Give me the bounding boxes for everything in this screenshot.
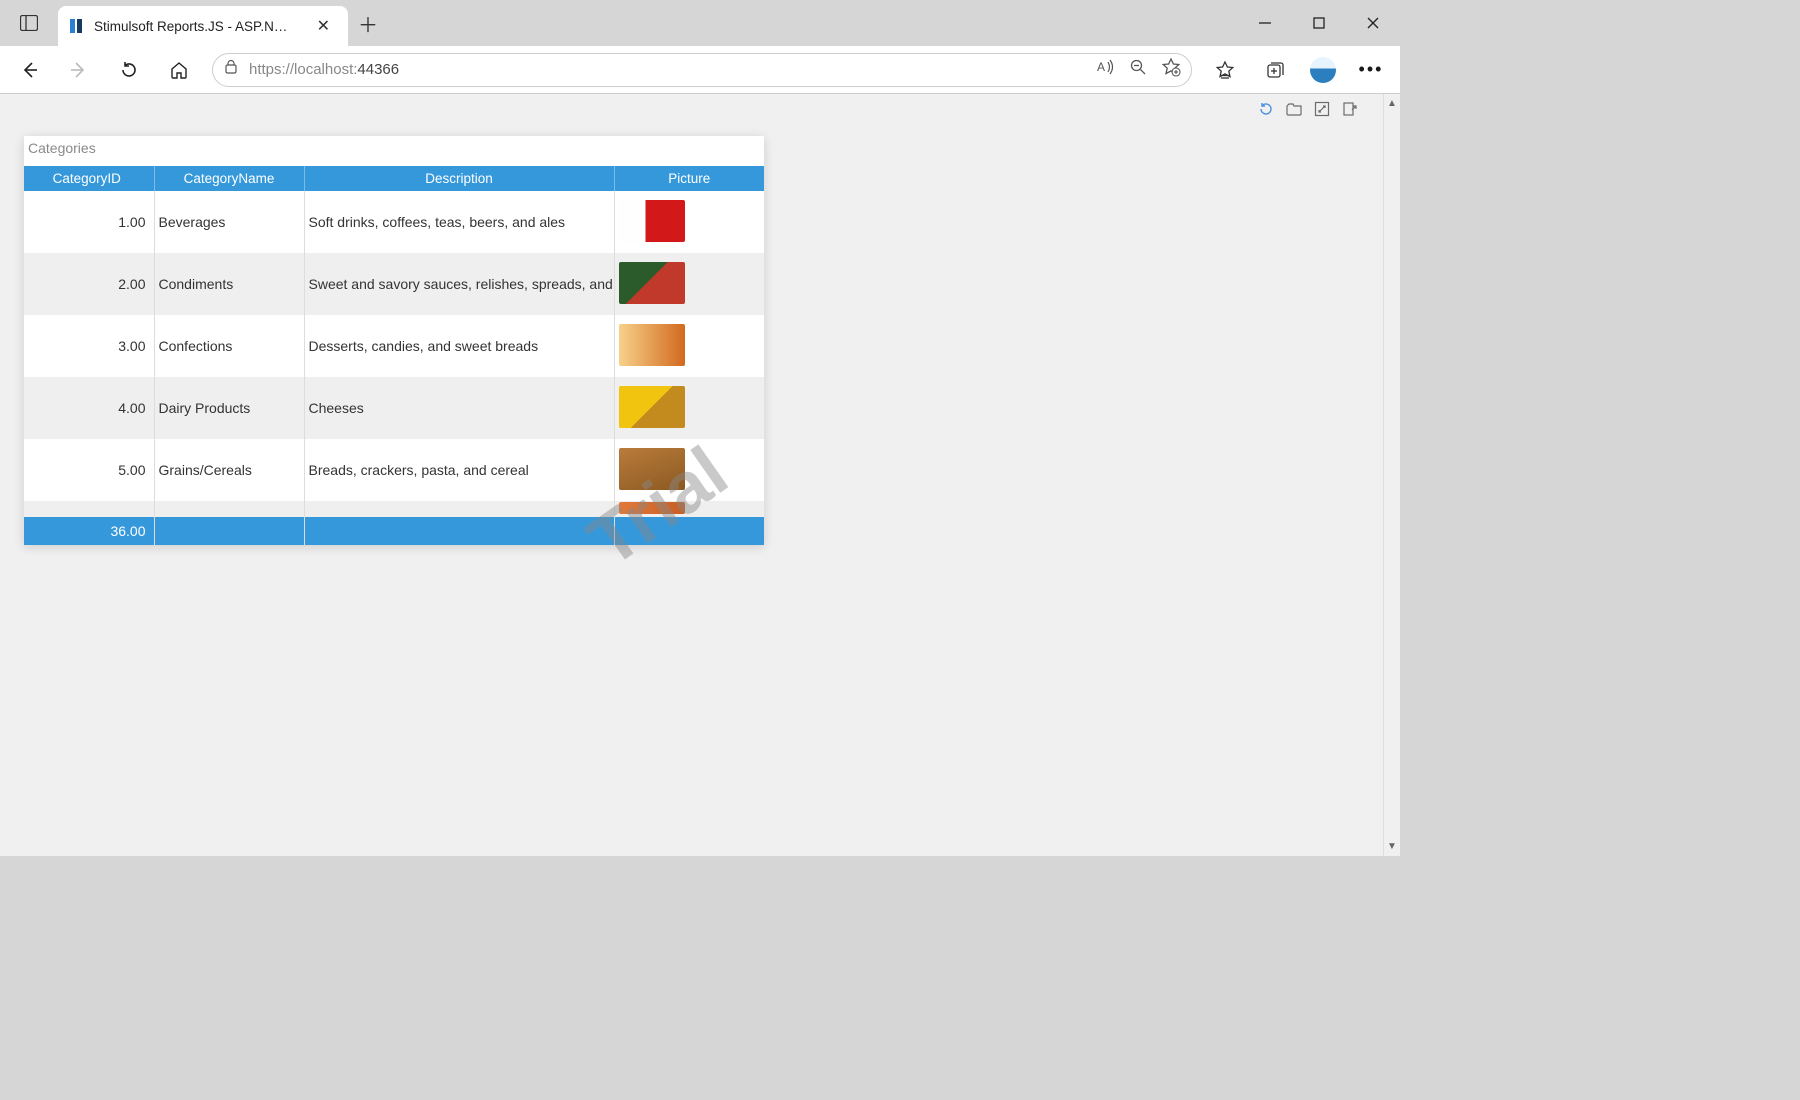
- thumbnail: [619, 502, 685, 514]
- tab-actions-icon[interactable]: [0, 0, 58, 46]
- maximize-button[interactable]: [1292, 0, 1346, 46]
- zoom-icon[interactable]: [1129, 58, 1147, 81]
- cell-description: Breads, crackers, pasta, and cereal: [304, 439, 614, 501]
- dev-refresh-icon[interactable]: [1257, 100, 1275, 118]
- browser-toolbar: https://localhost:44366 A •••: [0, 46, 1400, 94]
- th-category-name: CategoryName: [154, 166, 304, 191]
- cell-picture: [614, 377, 764, 439]
- cell-description: Desserts, candies, and sweet breads: [304, 315, 614, 377]
- minimize-button[interactable]: [1238, 0, 1292, 46]
- table-row: 5.00Grains/CerealsBreads, crackers, past…: [24, 439, 764, 501]
- thumbnail: [619, 200, 685, 242]
- table-row: 1.00BeveragesSoft drinks, coffees, teas,…: [24, 191, 764, 253]
- scroll-up-icon[interactable]: ▲: [1385, 96, 1400, 111]
- cell-name: Grains/Cereals: [154, 439, 304, 501]
- thumbnail: [619, 448, 685, 490]
- profile-avatar[interactable]: [1310, 57, 1336, 83]
- cell-id: 1.00: [24, 191, 154, 253]
- titlebar: Stimulsoft Reports.JS - ASP.NET D ✕ ＋: [0, 0, 1400, 46]
- window-controls: [1238, 0, 1400, 46]
- browser-viewport: Categories CategoryID CategoryName Descr…: [0, 94, 1400, 856]
- vertical-scrollbar[interactable]: ▲ ▼: [1383, 94, 1400, 856]
- browser-tab[interactable]: Stimulsoft Reports.JS - ASP.NET D ✕: [58, 6, 348, 46]
- scroll-down-icon[interactable]: ▼: [1385, 839, 1400, 854]
- favicon: [68, 18, 84, 34]
- site-info-icon[interactable]: [223, 59, 239, 80]
- cell-description: Soft drinks, coffees, teas, beers, and a…: [304, 191, 614, 253]
- cell-name: Condiments: [154, 253, 304, 315]
- back-button[interactable]: [6, 50, 52, 90]
- cell-name: Beverages: [154, 191, 304, 253]
- th-picture: Picture: [614, 166, 764, 191]
- new-tab-button[interactable]: ＋: [348, 0, 388, 46]
- home-button[interactable]: [156, 50, 202, 90]
- close-window-button[interactable]: [1346, 0, 1400, 46]
- cell-picture: [614, 315, 764, 377]
- dev-panel: [1257, 100, 1359, 118]
- th-description: Description: [304, 166, 614, 191]
- settings-menu-button[interactable]: •••: [1348, 50, 1394, 90]
- table-footer: 36.00: [24, 517, 764, 545]
- url-text: https://localhost:44366: [249, 61, 399, 78]
- cell-description: Cheeses: [304, 377, 614, 439]
- cell-picture: [614, 191, 764, 253]
- dev-export-icon[interactable]: [1341, 100, 1359, 118]
- dev-resize-icon[interactable]: [1313, 100, 1331, 118]
- thumbnail: [619, 386, 685, 428]
- forward-button[interactable]: [56, 50, 102, 90]
- read-aloud-icon[interactable]: A: [1097, 58, 1115, 81]
- categories-table: CategoryID CategoryName Description Pict…: [24, 166, 764, 545]
- cell-picture: [614, 253, 764, 315]
- svg-text:A: A: [1097, 60, 1105, 74]
- footer-total: 36.00: [24, 517, 154, 545]
- cell-id: 2.00: [24, 253, 154, 315]
- table-row: 4.00Dairy ProductsCheeses: [24, 377, 764, 439]
- favorites-button[interactable]: [1202, 50, 1248, 90]
- cell-id: 4.00: [24, 377, 154, 439]
- table-row: 2.00CondimentsSweet and savory sauces, r…: [24, 253, 764, 315]
- favorite-add-icon[interactable]: [1161, 57, 1181, 82]
- table-row: 3.00ConfectionsDesserts, candies, and sw…: [24, 315, 764, 377]
- thumbnail: [619, 262, 685, 304]
- th-category-id: CategoryID: [24, 166, 154, 191]
- cell-description: Sweet and savory sauces, relishes, sprea…: [304, 253, 614, 315]
- tab-title: Stimulsoft Reports.JS - ASP.NET D: [94, 19, 294, 34]
- cell-picture: [614, 439, 764, 501]
- cell-name: Confections: [154, 315, 304, 377]
- cell-id: 3.00: [24, 315, 154, 377]
- collections-button[interactable]: [1252, 50, 1298, 90]
- cell-id: 5.00: [24, 439, 154, 501]
- report-panel: Categories CategoryID CategoryName Descr…: [24, 136, 764, 545]
- thumbnail: [619, 324, 685, 366]
- table-row: [24, 501, 764, 517]
- refresh-button[interactable]: [106, 50, 152, 90]
- dev-open-icon[interactable]: [1285, 100, 1303, 118]
- tab-close-button[interactable]: ✕: [313, 16, 334, 36]
- report-title: Categories: [24, 136, 764, 166]
- address-bar[interactable]: https://localhost:44366 A: [212, 53, 1192, 87]
- cell-name: Dairy Products: [154, 377, 304, 439]
